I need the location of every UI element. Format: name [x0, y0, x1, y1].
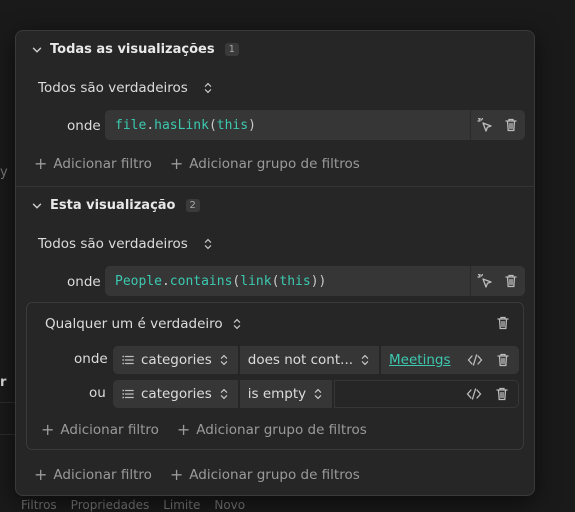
add-filter-button[interactable]: + Adicionar filtro — [41, 420, 159, 439]
formula-paren: ) — [318, 273, 327, 289]
group-add-filter-row: + Adicionar filtro + Adicionar grupo de … — [41, 420, 379, 439]
cursor-click-icon[interactable] — [477, 273, 493, 289]
updown-icon — [204, 238, 212, 250]
add-filter-row: + Adicionar filtro + Adicionar grupo de … — [34, 154, 372, 173]
formula-arg: this — [279, 273, 311, 289]
group-conjunction-select[interactable]: Qualquer um é verdadeiro — [45, 316, 243, 332]
section-this-view-header[interactable]: Esta visualização 2 — [30, 198, 200, 213]
operator-select[interactable]: does not cont... — [239, 346, 382, 374]
property-select[interactable]: categories — [113, 380, 240, 408]
value-field[interactable] — [334, 380, 519, 408]
list-icon — [122, 355, 134, 365]
code-icon[interactable] — [467, 352, 483, 368]
value-link[interactable]: Meetings — [381, 352, 450, 368]
background-divider — [0, 434, 15, 435]
section-divider — [16, 186, 534, 187]
updown-icon — [220, 388, 228, 400]
operator-label: does not cont... — [247, 352, 354, 368]
plus-icon: + — [169, 154, 184, 173]
group-conjunction-label: Qualquer um é verdadeiro — [45, 316, 223, 332]
conjunction-select[interactable]: Todos são verdadeiros — [38, 236, 214, 252]
updown-icon — [361, 354, 369, 366]
section-title: Esta visualização — [50, 198, 176, 213]
formula-arg: this — [216, 117, 249, 133]
plus-icon: + — [169, 465, 184, 484]
conjunction-select[interactable]: Todos são verdadeiros — [38, 80, 214, 96]
value-field[interactable]: Meetings — [381, 346, 519, 374]
conjunction-label: Todos são verdadeiros — [38, 80, 188, 96]
section-all-views-header[interactable]: Todas as visualizações 1 — [30, 42, 239, 57]
operator-select[interactable]: is empty — [239, 380, 335, 408]
property-select[interactable]: categories — [113, 346, 240, 374]
row-label: onde — [74, 351, 108, 367]
plus-icon: + — [34, 465, 48, 484]
formula-filter-field[interactable]: file.hasLink(this) — [105, 110, 525, 140]
filter-popover: Todas as visualizações 1 Todos são verda… — [15, 30, 535, 496]
trash-icon[interactable] — [495, 315, 511, 331]
chevron-down-icon — [32, 203, 42, 209]
toolbar-tab-limit[interactable]: Limite — [163, 498, 200, 512]
formula-method: hasLink — [154, 117, 209, 133]
toolbar-tab-filters[interactable]: Filtros — [21, 498, 57, 512]
chevron-down-icon — [32, 47, 42, 53]
background-text-fragment: r — [0, 375, 7, 390]
plus-icon: + — [176, 420, 191, 439]
trash-icon[interactable] — [503, 273, 519, 289]
formula-inner-function: link — [240, 273, 272, 289]
row-label: ou — [89, 385, 106, 401]
list-icon — [122, 389, 134, 399]
add-filter-label: Adicionar filtro — [60, 421, 159, 438]
formula-paren: ) — [248, 117, 256, 133]
formula-text[interactable]: file.hasLink(this) — [105, 118, 470, 133]
toolbar-tab-properties[interactable]: Propriedades — [71, 498, 150, 512]
trash-icon[interactable] — [494, 386, 510, 402]
cursor-click-icon[interactable] — [477, 117, 493, 133]
trash-icon[interactable] — [503, 117, 519, 133]
operator-label: is empty — [247, 386, 307, 402]
updown-icon — [220, 354, 228, 366]
background-divider — [0, 402, 15, 403]
formula-object: People — [115, 273, 162, 289]
add-filter-group-button[interactable]: + Adicionar grupo de filtros — [170, 465, 360, 484]
formula-dot: . — [146, 117, 155, 133]
updown-icon — [233, 318, 240, 330]
filter-row: categories is empty — [113, 380, 519, 408]
filter-group: Qualquer um é verdadeiro onde categories… — [26, 302, 524, 450]
add-filter-row: + Adicionar filtro + Adicionar grupo de … — [34, 465, 372, 484]
filter-count-badge: 1 — [224, 43, 239, 56]
add-filter-button[interactable]: + Adicionar filtro — [34, 154, 152, 173]
add-group-label: Adicionar grupo de filtros — [189, 155, 360, 172]
updown-icon — [204, 82, 212, 94]
plus-icon: + — [34, 154, 48, 173]
add-group-label: Adicionar grupo de filtros — [196, 421, 367, 438]
add-group-label: Adicionar grupo de filtros — [189, 466, 360, 483]
background-view-toolbar: Filtros Propriedades Limite Novo — [15, 494, 535, 512]
formula-method: contains — [169, 273, 233, 289]
where-label: onde — [67, 274, 101, 290]
trash-icon[interactable] — [495, 352, 511, 368]
formula-paren: ) — [310, 273, 319, 289]
section-title: Todas as visualizações — [50, 42, 215, 57]
add-filter-label: Adicionar filtro — [53, 155, 152, 172]
add-filter-group-button[interactable]: + Adicionar grupo de filtros — [170, 154, 360, 173]
updown-icon — [314, 388, 322, 400]
formula-object: file — [115, 117, 147, 133]
formula-text[interactable]: People.contains(link(this)) — [105, 274, 470, 289]
where-label: onde — [67, 118, 101, 134]
add-filter-button[interactable]: + Adicionar filtro — [34, 465, 152, 484]
property-label: categories — [141, 352, 212, 368]
formula-filter-field[interactable]: People.contains(link(this)) — [105, 266, 525, 296]
property-label: categories — [141, 386, 212, 402]
code-icon[interactable] — [466, 386, 482, 402]
conjunction-label: Todos são verdadeiros — [38, 236, 188, 252]
plus-icon: + — [41, 420, 55, 439]
formula-dot: . — [161, 273, 170, 289]
filter-row: categories does not cont... Meetings — [113, 346, 519, 374]
add-filter-group-button[interactable]: + Adicionar grupo de filtros — [177, 420, 367, 439]
filter-count-badge: 2 — [185, 199, 200, 212]
add-filter-label: Adicionar filtro — [53, 466, 152, 483]
toolbar-tab-new[interactable]: Novo — [214, 498, 245, 512]
formula-paren: ( — [208, 117, 217, 133]
background-text-fragment: y — [0, 165, 8, 180]
